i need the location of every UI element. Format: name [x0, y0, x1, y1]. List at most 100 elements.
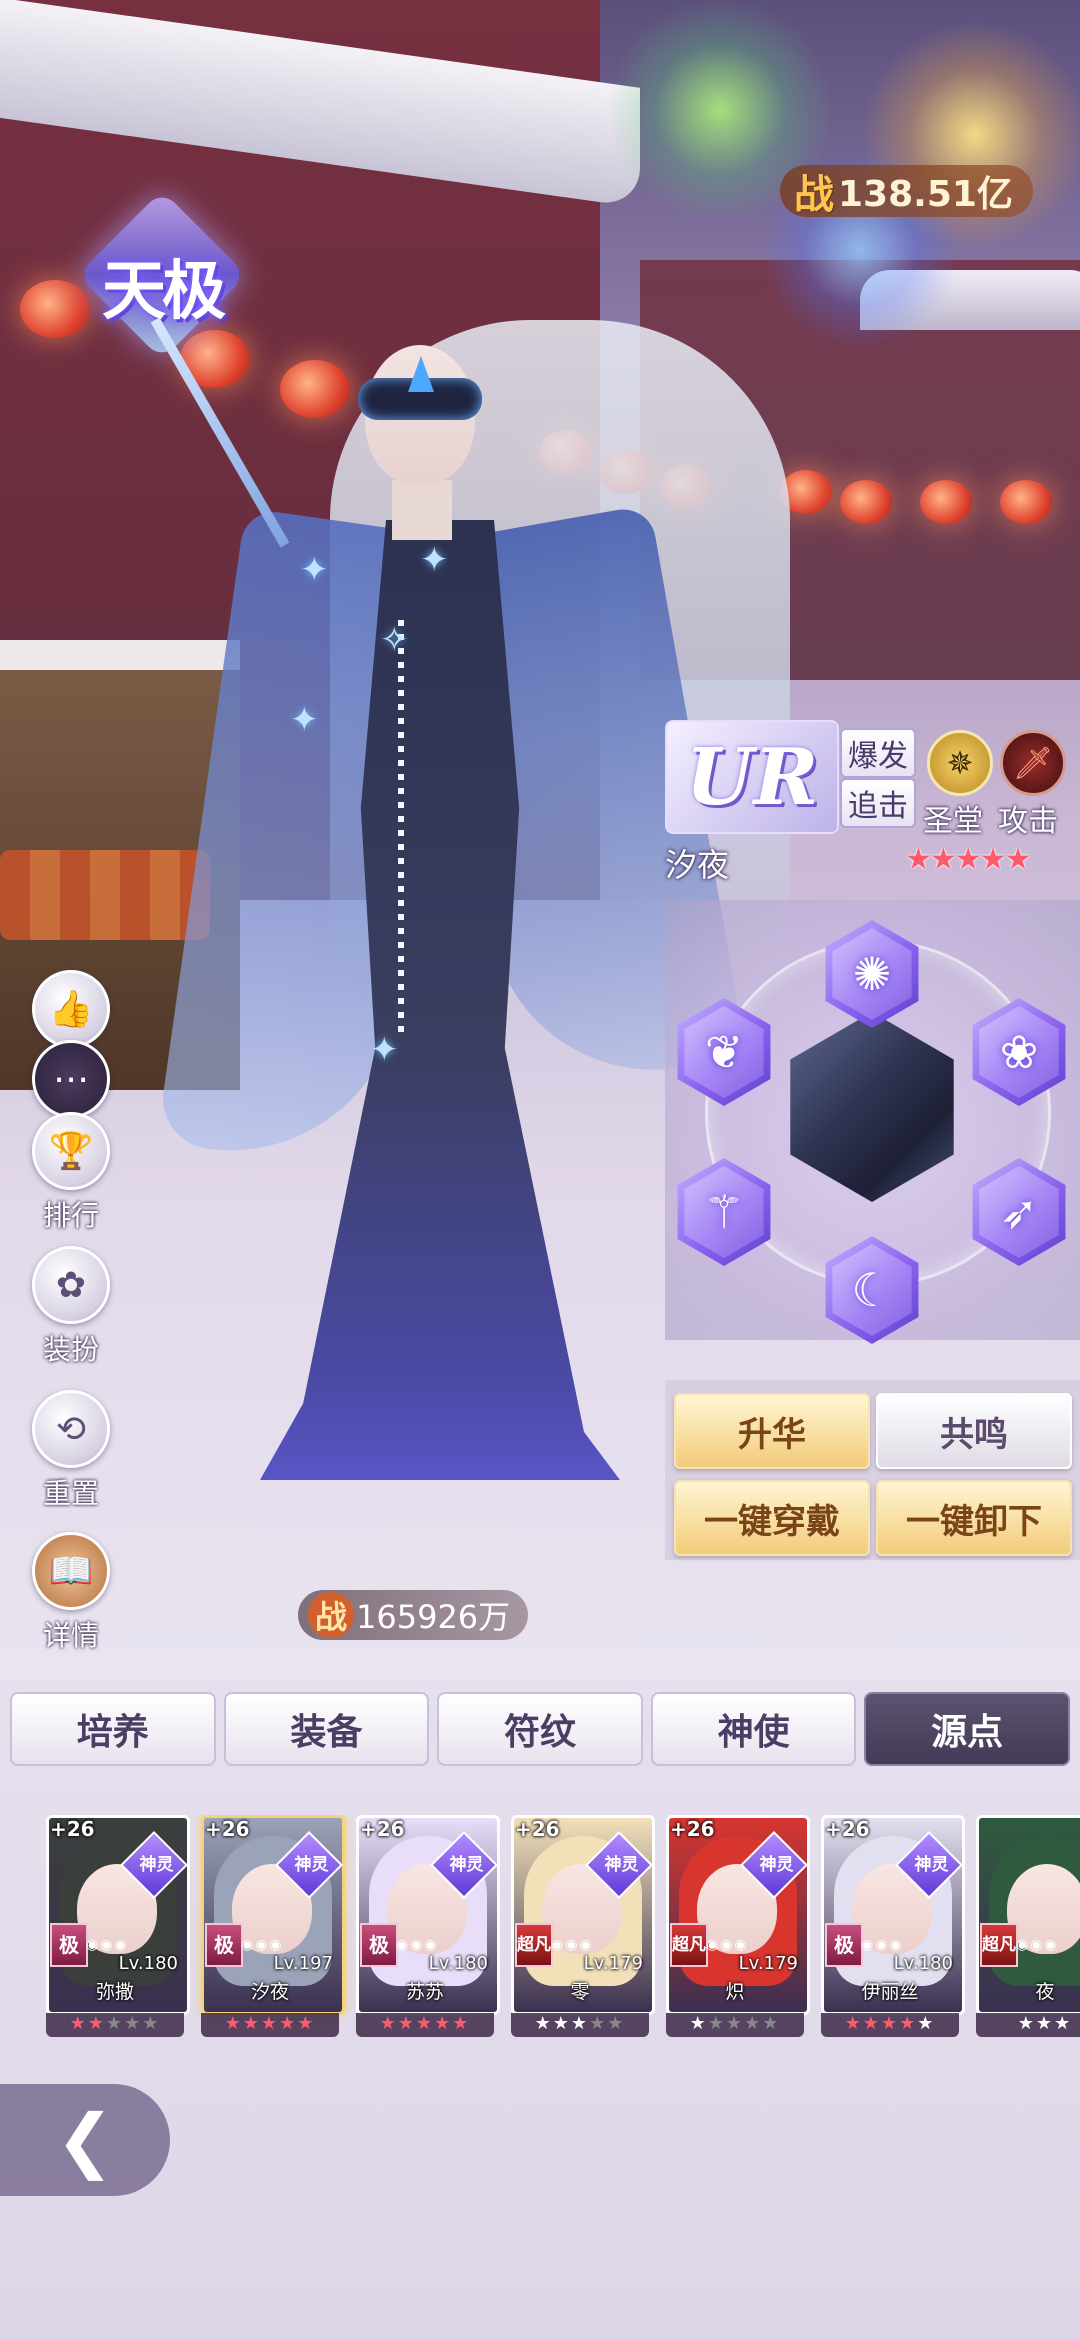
star-icon: ★: [607, 2013, 626, 2034]
chat-icon: ⋯: [32, 1040, 110, 1118]
star-icon: ★: [452, 2013, 471, 2034]
star-icon: ★: [397, 2013, 416, 2034]
grade-badge: 超凡: [670, 1923, 708, 1967]
tab-bar: 培养 装备 符纹 神使 源点: [10, 1692, 1070, 1766]
star-icon: ★: [260, 2013, 280, 2034]
lantern: [1000, 480, 1052, 524]
character-name: 苏苏: [405, 1981, 444, 2003]
star-icon: ★: [707, 2013, 726, 2034]
character-name: 炽: [725, 1981, 745, 2003]
tab-equipment[interactable]: 装备: [223, 1692, 430, 1766]
character-level: Lv.180: [893, 1953, 953, 1974]
roster-card[interactable]: +26 神灵 超凡 ◉◉◉ Lv.179 零 ★★★★★: [511, 1815, 655, 2037]
resonate-button[interactable]: 共鸣: [876, 1393, 1072, 1469]
star-icon: ★: [1017, 2013, 1036, 2034]
holy-hall-icon: ✵: [927, 730, 993, 796]
lantern: [20, 280, 90, 338]
tab-runes[interactable]: 符纹: [437, 1692, 643, 1766]
character-name: 汐夜: [665, 846, 730, 884]
star-icon: ★: [570, 2013, 590, 2034]
reset-icon: ⟲: [32, 1390, 110, 1468]
ranking-label: 排行: [42, 1199, 99, 1232]
tab-source[interactable]: 源点: [864, 1692, 1070, 1766]
roster-card[interactable]: +26 神灵极 ◉◉◉ Lv.180 弥撒 ★★★★★: [46, 1815, 190, 2037]
star-icon: ★: [762, 2013, 781, 2034]
character-neck: [392, 480, 452, 540]
star-icon: ★: [744, 2013, 763, 2034]
details-button[interactable]: 📖 详情: [30, 1532, 112, 1654]
enhance-level: +26: [50, 1817, 95, 1841]
rarity-badge: UR: [665, 720, 839, 834]
star-rating: ★★★★★: [511, 2013, 649, 2037]
star-icon: ★: [69, 2013, 88, 2034]
skill-dots: ◉◉◉: [861, 1937, 904, 1953]
enhance-level: +26: [825, 1817, 870, 1841]
reset-button[interactable]: ⟲ 重置: [30, 1390, 112, 1512]
star-icon: ★: [142, 2013, 161, 2034]
reset-label: 重置: [42, 1477, 99, 1510]
star-icon: ★: [899, 2013, 918, 2034]
divine-badge-label: 神灵: [139, 1855, 174, 1876]
star-icon: ★: [297, 2013, 316, 2034]
outfit-button[interactable]: ✿ 装扮: [30, 1246, 112, 1368]
star-icon: ★: [379, 2013, 398, 2034]
skill-dots: ◉◉◉: [551, 1937, 594, 1953]
star-icon: ★: [224, 2013, 243, 2034]
unequip-all-button[interactable]: 一键卸下: [876, 1480, 1072, 1556]
enhance-level: +26: [205, 1817, 250, 1841]
skill-dots: ◉◉◉: [396, 1937, 439, 1953]
character-level: Lv.179: [738, 1953, 798, 1974]
character-mask: [358, 378, 482, 420]
tab-envoy[interactable]: 神使: [650, 1692, 857, 1766]
star-icon: ★: [279, 2013, 298, 2034]
role-label-holy: 圣堂: [923, 804, 983, 839]
roster-card[interactable]: 超凡 ◉◉◉ 夜 ★★★: [976, 1815, 1080, 2037]
grade-badge: 极: [205, 1923, 243, 1967]
character-power: 战 165926万: [298, 1590, 529, 1640]
grade-badge: 超凡: [980, 1923, 1018, 1967]
lantern: [280, 360, 350, 418]
roster-card[interactable]: +26 神灵 超凡 ◉◉◉ Lv.179 炽 ★★★★★: [666, 1815, 810, 2037]
star-rating: ★★★★★: [46, 2013, 184, 2037]
power-value: 138.51亿: [838, 174, 1013, 215]
snowflake-icon: ✦: [290, 700, 319, 740]
star-icon: ★: [124, 2013, 143, 2034]
equip-all-button[interactable]: 一键穿戴: [674, 1480, 870, 1556]
character-name: 汐夜: [250, 1981, 289, 2003]
snowflake-icon: ✦: [370, 1030, 399, 1070]
outfit-label: 装扮: [42, 1333, 99, 1366]
divine-badge-label: 神灵: [604, 1855, 639, 1876]
rarity-label: UR: [685, 731, 819, 823]
roster-card[interactable]: +26 神灵极 ◉◉◉ Lv.180 伊丽丝 ★★★★★: [821, 1815, 965, 2037]
star-icon: ★: [1035, 2013, 1055, 2034]
star-icon: ★: [242, 2013, 261, 2034]
roster-card[interactable]: +26 神灵极 ◉◉◉ Lv.197 汐夜 ★★★★★: [201, 1815, 345, 2037]
star-icon: ★: [844, 2013, 863, 2034]
grade-badge: 极: [50, 1923, 88, 1967]
divine-badge-label: 神灵: [449, 1855, 484, 1876]
character-name: 伊丽丝: [861, 1981, 919, 2003]
character-roster: +26 神灵极 ◉◉◉ Lv.180 弥撒 ★★★★★ +26 神灵极 ◉◉◉ Lv.197 汐夜 ★…: [46, 1815, 1080, 2045]
total-power: 战 138.51亿: [780, 165, 1033, 218]
character-level: Lv.197: [273, 1953, 333, 1974]
roster-card[interactable]: +26 神灵极 ◉◉◉ Lv.180 苏苏 ★★★★★: [356, 1815, 500, 2037]
star-icon: ★: [880, 2013, 900, 2034]
character-level: Lv.180: [118, 1953, 178, 1974]
star-icon: ★: [862, 2013, 881, 2034]
back-button[interactable]: ❮: [0, 2084, 170, 2196]
chat-button[interactable]: ⋯: [30, 1040, 112, 1122]
star-icon: ★: [534, 2013, 553, 2034]
star-icon: ★: [415, 2013, 435, 2034]
skill-dots: ◉◉◉: [706, 1937, 749, 1953]
character-level: Lv.179: [583, 1953, 643, 1974]
ascend-button[interactable]: 升华: [674, 1393, 870, 1469]
snowflake-icon: ✦: [300, 550, 329, 590]
star-icon: ★: [87, 2013, 106, 2034]
ranking-button[interactable]: 🏆 排行: [30, 1112, 112, 1234]
tab-cultivate[interactable]: 培养: [10, 1692, 216, 1766]
role-label-attack: 攻击: [998, 804, 1058, 839]
star-rating: ★★★★★: [356, 2013, 494, 2037]
character-chain: [398, 620, 404, 1040]
snowflake-icon: ✦: [420, 540, 449, 580]
enhance-level: +26: [670, 1817, 715, 1841]
